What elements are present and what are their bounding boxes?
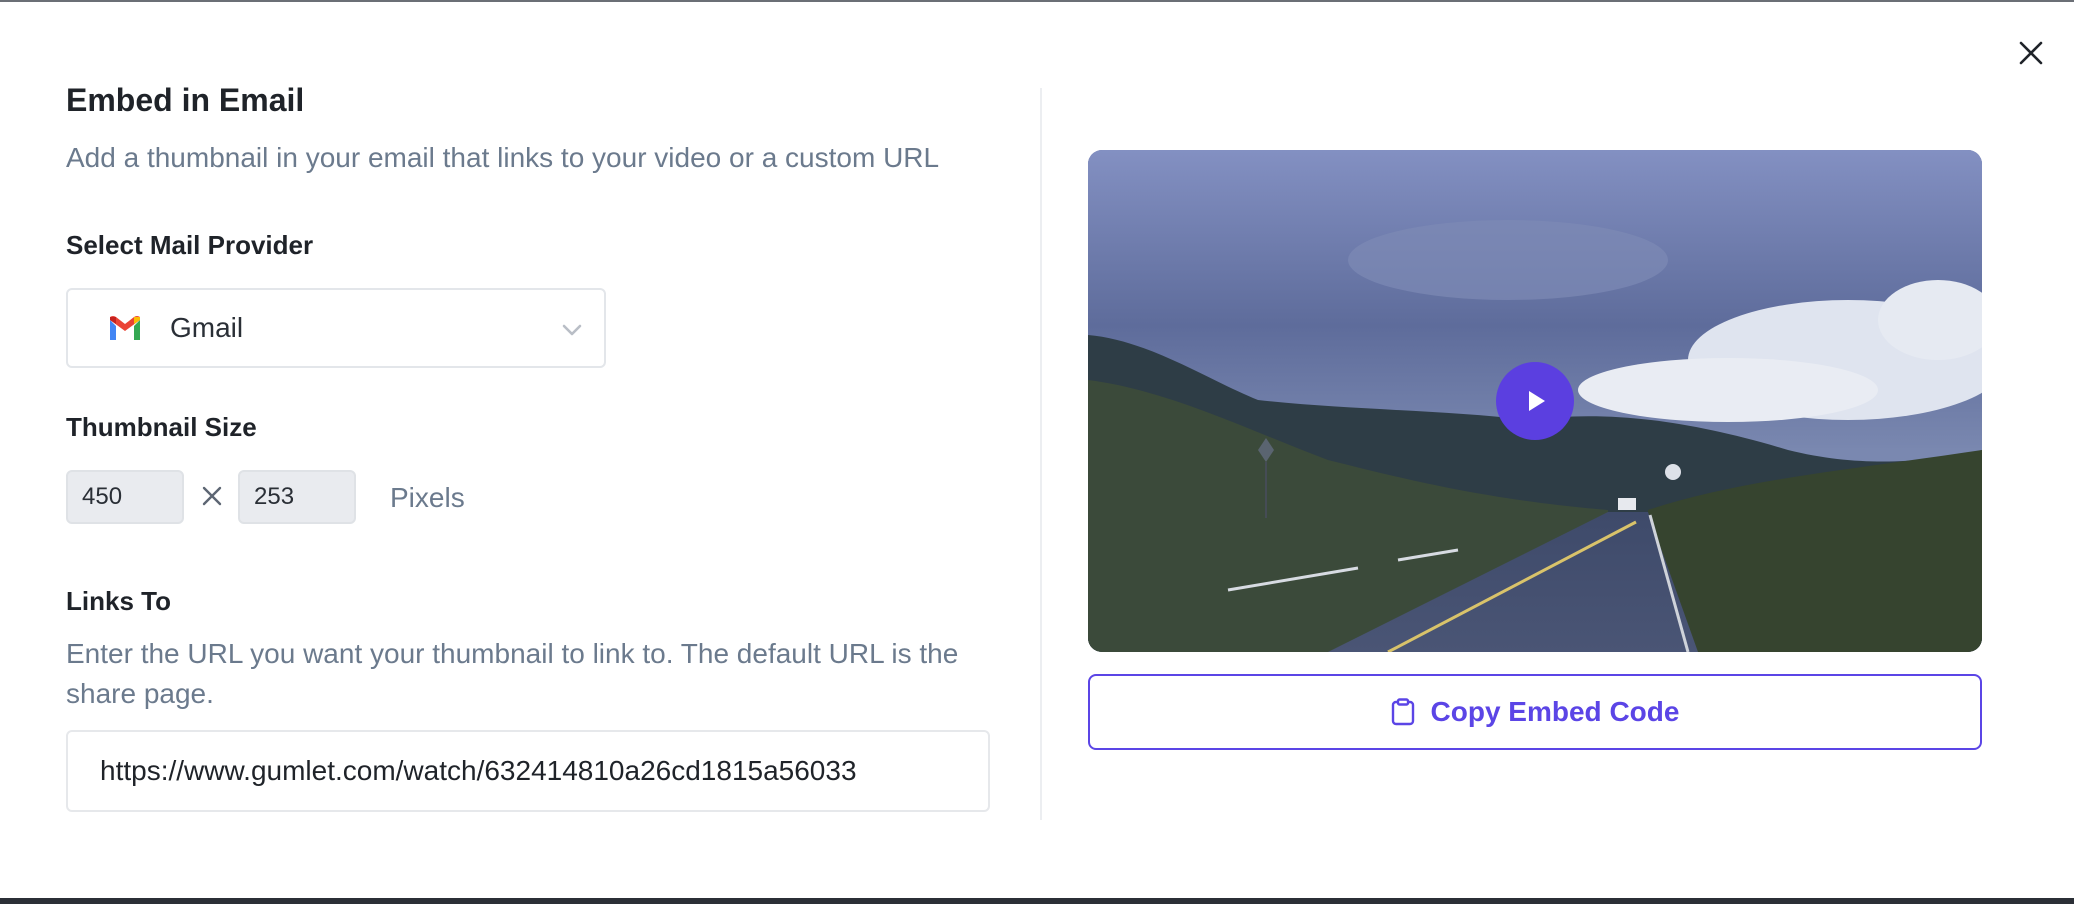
links-to-label: Links To (66, 586, 171, 616)
mail-provider-label: Select Mail Provider (66, 230, 314, 260)
close-button[interactable] (2014, 36, 2048, 70)
embed-email-modal: Embed in Email Add a thumbnail in your e… (0, 0, 2074, 898)
play-icon (1529, 391, 1545, 411)
copy-embed-code-label: Copy Embed Code (1430, 696, 1680, 727)
close-icon (2019, 41, 2043, 65)
modal-subtitle: Add a thumbnail in your email that links… (66, 142, 940, 173)
thumbnail-height-input[interactable] (238, 470, 356, 524)
size-unit-label: Pixels (390, 482, 465, 513)
copy-embed-code-button[interactable]: Copy Embed Code (1088, 674, 1982, 750)
clipboard-icon (1391, 698, 1414, 726)
mail-provider-select[interactable]: Gmail (66, 288, 606, 368)
mail-provider-value: Gmail (170, 312, 244, 343)
link-url-input[interactable] (66, 730, 990, 812)
panel-divider (1040, 88, 1042, 820)
play-button[interactable] (1496, 362, 1574, 440)
thumbnail-size-label: Thumbnail Size (66, 412, 257, 442)
modal-title: Embed in Email (66, 82, 305, 118)
links-to-help: Enter the URL you want your thumbnail to… (66, 638, 959, 709)
thumbnail-width-input[interactable] (66, 470, 184, 524)
gmail-icon (110, 316, 140, 340)
chevron-down-icon (562, 324, 582, 336)
times-icon (202, 486, 222, 506)
